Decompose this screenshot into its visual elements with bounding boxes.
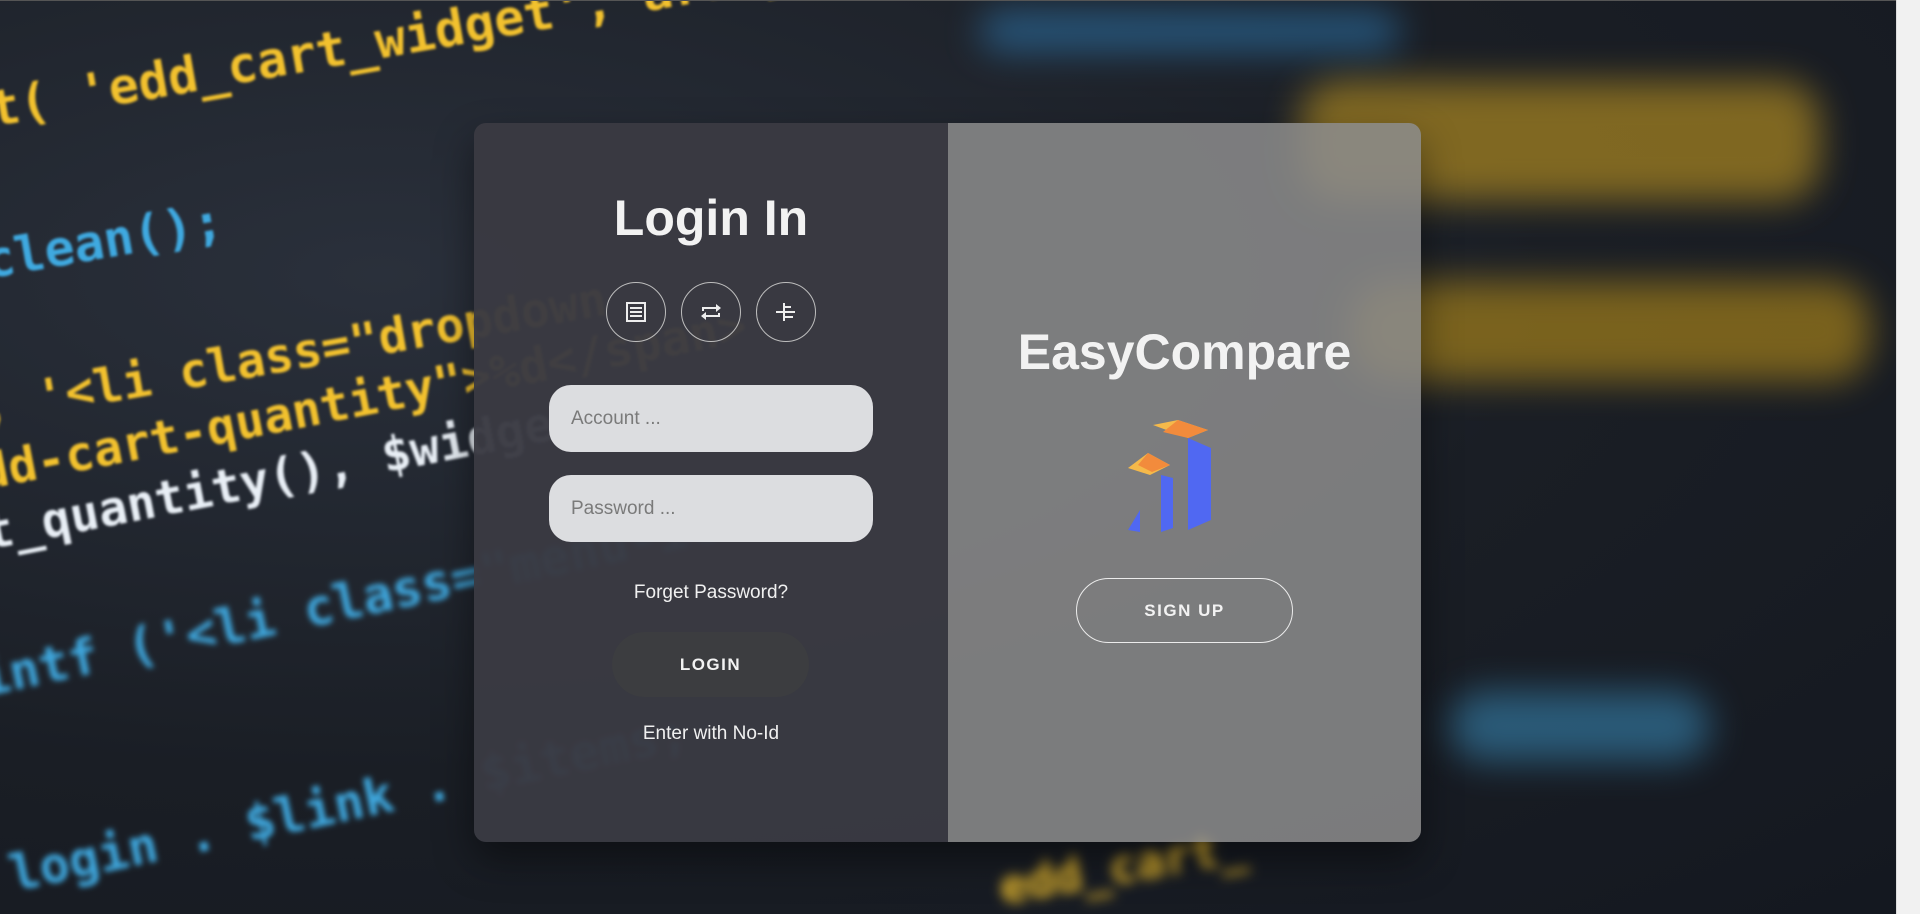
login-title: Login In: [613, 190, 809, 246]
forget-password-link[interactable]: Forget Password?: [474, 582, 948, 604]
page-scrollbar[interactable]: [1896, 0, 1920, 914]
tree-align-icon[interactable]: [756, 282, 816, 342]
code-line: clean();: [0, 191, 228, 291]
auth-card: Login In Account ... Forget Password? LO…: [474, 123, 1421, 842]
password-input[interactable]: [549, 475, 873, 542]
code-line: t( 'edd_cart_widget', array(: [0, 0, 826, 139]
list-document-icon[interactable]: [606, 282, 666, 342]
code-glow: [980, 11, 1400, 51]
code-glow: [1350, 281, 1870, 381]
code-glow: [1450, 691, 1710, 761]
signup-panel: EasyCompare SIGN UP: [948, 123, 1421, 842]
brand-title: EasyCompare: [1017, 324, 1352, 380]
login-button[interactable]: LOGIN: [612, 632, 809, 697]
account-input[interactable]: [549, 385, 873, 452]
easycompare-logo: [1128, 420, 1211, 532]
social-login-row: [606, 282, 816, 342]
enter-no-id-link[interactable]: Enter with No-Id: [474, 723, 948, 745]
repeat-icon[interactable]: [681, 282, 741, 342]
login-panel: Login In Account ... Forget Password? LO…: [474, 123, 948, 842]
page-viewport: t( 'edd_cart_widget', array( clean(); , …: [0, 0, 1896, 914]
signup-button[interactable]: SIGN UP: [1076, 578, 1293, 643]
